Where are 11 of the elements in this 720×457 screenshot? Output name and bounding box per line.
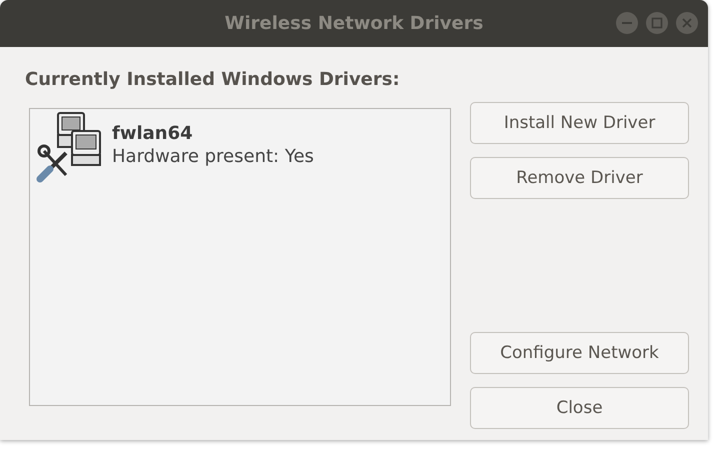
driver-status: Hardware present: Yes — [112, 146, 314, 167]
window-title: Wireless Network Drivers — [224, 13, 484, 34]
dialog-button[interactable]: Remove Driver — [470, 157, 689, 199]
dialog-button[interactable]: Install New Driver — [470, 102, 689, 144]
section-heading: Currently Installed Windows Drivers: — [25, 69, 401, 92]
dialog-button[interactable]: Configure Network — [470, 332, 689, 374]
minimize-button[interactable] — [616, 12, 638, 34]
driver-name: fwlan64 — [112, 123, 194, 144]
close-button[interactable] — [676, 12, 698, 34]
dialog-button[interactable]: Close — [470, 387, 689, 429]
maximize-button[interactable] — [646, 12, 668, 34]
